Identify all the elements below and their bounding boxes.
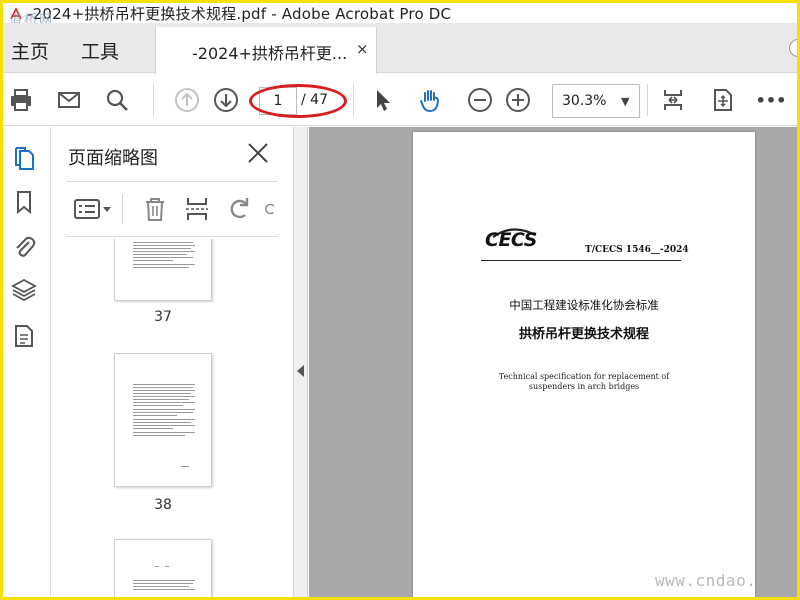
document-view[interactable]: CECS T/CECS 1546__-2024 中国工程建设标准化协会标准 拱桥… <box>309 127 797 597</box>
bookmarks-icon[interactable] <box>9 187 39 217</box>
email-icon[interactable] <box>55 86 83 114</box>
thumbnail-list: 37 38 <box>66 239 268 597</box>
menu-home[interactable]: 主页 <box>11 37 49 64</box>
thumbnail-number: 38 <box>154 497 172 513</box>
document-title-en-line1: Technical specification for replacement … <box>498 372 670 381</box>
document-tab-label: -2024+拱桥吊杆更... <box>192 44 348 63</box>
thumbnail-number: 37 <box>154 309 172 325</box>
window-title: -2024+拱桥吊杆更换技术规程.pdf - Adobe Acrobat Pro… <box>27 4 452 23</box>
more-icon[interactable]: ••• <box>756 86 787 114</box>
site-watermark: www.cndao. <box>655 571 757 590</box>
document-tab[interactable]: -2024+拱桥吊杆更... × <box>155 27 377 74</box>
search-icon[interactable] <box>103 86 131 114</box>
zoom-dropdown[interactable]: 30.3% ▼ <box>552 84 640 118</box>
thumbnails-panel: 页面缩略图 37 38 <box>52 127 332 597</box>
collapse-panel-icon[interactable] <box>297 365 304 377</box>
thumbnail-tools <box>66 181 278 237</box>
delete-page-icon[interactable] <box>140 194 170 224</box>
chevron-down-icon: ▼ <box>621 95 630 108</box>
close-icon[interactable] <box>246 141 270 165</box>
rotate-icon[interactable] <box>224 194 254 224</box>
layers-icon[interactable] <box>9 275 39 305</box>
app-window: -2024+拱桥吊杆更换技术规程.pdf - Adobe Acrobat Pro… <box>3 3 797 597</box>
menu-tools[interactable]: 工具 <box>81 37 119 64</box>
document-title-cn: 拱桥吊杆更换技术规程 <box>518 327 649 342</box>
rotate-right-icon[interactable] <box>262 194 278 224</box>
thumbnail-page-38[interactable] <box>114 353 212 487</box>
insert-page-icon[interactable] <box>182 194 212 224</box>
thumbnail-page-39[interactable] <box>114 539 212 597</box>
page-thumbnails-icon[interactable] <box>9 143 39 173</box>
panel-title: 页面缩略图 <box>68 148 158 169</box>
zoom-out-icon[interactable] <box>466 86 494 114</box>
tab-row: 主页 工具 -2024+拱桥吊杆更... × <box>3 23 797 74</box>
zoom-value: 30.3% <box>562 93 607 109</box>
fit-page-icon[interactable] <box>659 86 687 114</box>
toolbar: 1 / 47 30.3% ▼ ••• <box>3 74 797 126</box>
next-page-icon[interactable] <box>212 86 240 114</box>
attachments-icon[interactable] <box>9 231 39 261</box>
hand-tool-icon[interactable] <box>417 86 445 114</box>
panel-splitter[interactable] <box>294 127 308 597</box>
standard-number: T/CECS 1546__-2024 <box>585 245 689 255</box>
red-annotation-circle <box>249 84 347 118</box>
help-icon[interactable] <box>789 39 797 57</box>
thumbnail-page-37[interactable] <box>114 239 212 301</box>
title-bar: -2024+拱桥吊杆更换技术规程.pdf - Adobe Acrobat Pro… <box>3 3 797 28</box>
options-icon[interactable] <box>72 194 114 224</box>
print-icon[interactable] <box>7 86 35 114</box>
document-title-en-line2: suspenders in arch bridges <box>528 382 640 391</box>
tab-close-icon[interactable]: × <box>356 40 369 58</box>
cecs-logo: CECS <box>485 229 537 251</box>
left-rail <box>3 127 51 597</box>
divider <box>481 260 681 261</box>
select-arrow-icon[interactable] <box>369 86 397 114</box>
full-screen-icon[interactable] <box>709 86 737 114</box>
prev-page-icon[interactable] <box>173 86 201 114</box>
page-content-icon[interactable] <box>9 321 39 351</box>
pdf-page: CECS T/CECS 1546__-2024 中国工程建设标准化协会标准 拱桥… <box>413 132 755 597</box>
organization-line: 中国工程建设标准化协会标准 <box>509 298 659 312</box>
zoom-in-icon[interactable] <box>504 86 532 114</box>
